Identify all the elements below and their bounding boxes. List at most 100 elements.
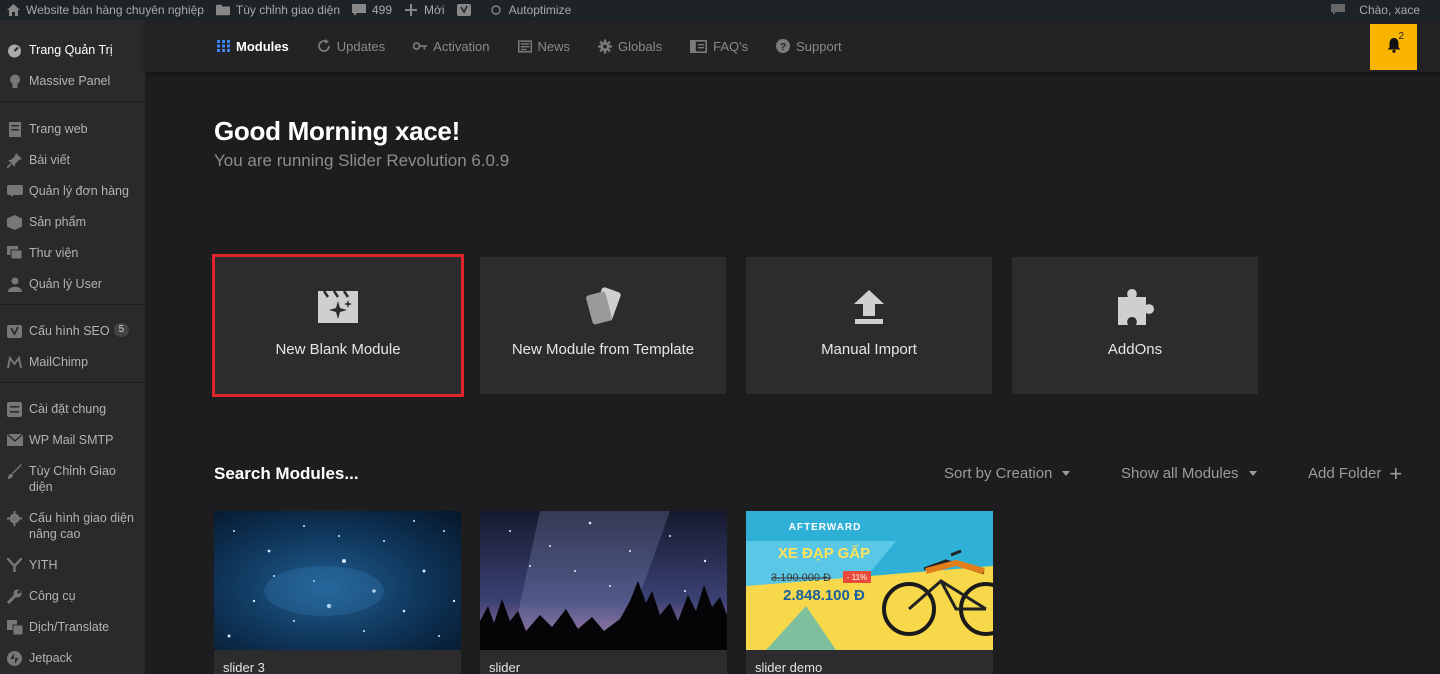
sidebar-item-label: WP Mail SMTP <box>29 433 114 447</box>
sidebar-item-settings[interactable]: Cài đặt chung <box>0 401 145 417</box>
module-thumbnail <box>480 511 727 650</box>
tab-label: Activation <box>433 38 490 54</box>
sidebar-item-label: MailChimp <box>29 355 89 369</box>
add-folder-button[interactable]: Add Folder + <box>1308 462 1402 484</box>
sidebar-item-products[interactable]: Sản phẩm <box>0 214 145 230</box>
sidebar-item-label: Sản phẩm <box>29 215 86 229</box>
tab-modules[interactable]: Modules <box>216 20 289 72</box>
sidebar-item-customize[interactable]: Tùy Chỉnh Giao diện <box>0 463 145 495</box>
new-module-from-template-card[interactable]: New Module from Template <box>480 257 726 394</box>
sidebar-item-label: Cấu hình giao diện nâng cao <box>29 511 134 541</box>
upload-icon <box>854 289 884 325</box>
sidebar-item-wp-mail-smtp[interactable]: WP Mail SMTP <box>0 432 145 448</box>
notification-count: 2 <box>1398 31 1404 42</box>
filter-dropdown[interactable]: Show all Modules <box>1121 465 1257 482</box>
tab-activation[interactable]: Activation <box>413 20 490 72</box>
manual-import-card[interactable]: Manual Import <box>746 257 992 394</box>
site-name-link[interactable]: Website bán hàng chuyên nghiệp <box>0 0 210 20</box>
puzzle-icon <box>1114 289 1156 325</box>
wp-admin-bar: Website bán hàng chuyên nghiệp Tùy chỉnh… <box>0 0 1440 20</box>
circle-status-icon <box>489 3 503 17</box>
module-card[interactable]: slider <box>480 511 727 674</box>
gear-icon <box>598 39 613 53</box>
new-content-label: Mới <box>424 3 445 17</box>
sidebar-item-tools[interactable]: Công cụ <box>0 588 145 604</box>
card-label: Manual Import <box>821 341 917 358</box>
module-card[interactable]: AFTERWARD XE ĐẠP GẤP 3.190.000 Đ - 11% 2… <box>746 511 993 674</box>
sidebar-item-label: Trang web <box>29 122 88 136</box>
sidebar-item-label: Tùy Chỉnh Giao diện <box>29 464 116 494</box>
yith-icon <box>6 557 23 573</box>
tab-label: FAQ's <box>713 38 749 54</box>
module-card[interactable]: slider 3 <box>214 511 461 674</box>
sidebar-item-jetpack[interactable]: Jetpack <box>0 650 145 666</box>
tab-label: Support <box>796 38 842 54</box>
sidebar-item-media[interactable]: Thư viện <box>0 245 145 261</box>
notifications-button[interactable]: 2 <box>1370 24 1417 70</box>
sidebar-item-massive-panel[interactable]: Massive Panel <box>0 73 145 89</box>
search-modules-input[interactable]: Search Modules... <box>214 464 359 484</box>
account-menu[interactable]: Chào, xace <box>1325 0 1440 20</box>
tab-label: News <box>537 38 571 54</box>
sidebar-item-label: Quản lý User <box>29 277 102 291</box>
sidebar-item-label: Bài viết <box>29 153 70 167</box>
sidebar-item-label: Cài đặt chung <box>29 402 107 416</box>
thumb-discount: - 11% <box>847 573 867 582</box>
sidebar-item-yith[interactable]: YITH <box>0 557 145 573</box>
sidebar-item-translate[interactable]: Dịch/Translate <box>0 619 145 635</box>
autoptimize-link[interactable]: Autoptimize <box>483 0 578 20</box>
sidebar-item-dashboard[interactable]: Trang Quản Trị <box>0 42 145 58</box>
mailchimp-icon <box>6 354 23 370</box>
clapperboard-icon <box>318 289 358 325</box>
gear-icon <box>6 510 23 526</box>
customize-link[interactable]: Tùy chỉnh giao diện <box>210 0 346 20</box>
tab-support[interactable]: ? Support <box>776 20 842 72</box>
bulb-icon <box>6 73 23 89</box>
thumb-title: XE ĐẠP GẤP <box>778 545 870 562</box>
autoptimize-label: Autoptimize <box>508 3 572 17</box>
brush-icon <box>6 463 23 479</box>
sidebar-item-advanced-theme[interactable]: Cấu hình giao diện nâng cao <box>0 510 145 542</box>
thumb-price: 2.848.100 Đ <box>783 587 865 604</box>
chevron-down-icon <box>1248 471 1257 476</box>
card-label: New Module from Template <box>511 341 695 358</box>
sidebar-item-posts[interactable]: Bài viết <box>0 152 145 168</box>
comments-link[interactable]: 499 <box>346 0 398 20</box>
sidebar-item-label: YITH <box>29 558 58 572</box>
customize-label: Tùy chỉnh giao diện <box>235 3 340 17</box>
chevron-down-icon <box>1062 471 1071 476</box>
tab-updates[interactable]: Updates <box>317 20 385 72</box>
sort-dropdown[interactable]: Sort by Creation <box>944 465 1071 482</box>
wrench-icon <box>6 588 23 604</box>
user-icon <box>6 276 23 292</box>
key-icon <box>413 39 428 53</box>
tab-faqs[interactable]: FAQ's <box>690 20 748 72</box>
wp-admin-sidebar: Trang Quản Trị Massive Panel Trang web B… <box>0 20 145 674</box>
card-label: New Blank Module <box>275 341 401 358</box>
sidebar-item-orders[interactable]: Quản lý đơn hàng <box>0 183 145 199</box>
woo-icon <box>6 183 23 199</box>
sidebar-item-mailchimp[interactable]: MailChimp <box>0 354 145 370</box>
new-content-link[interactable]: Mới <box>398 0 451 20</box>
template-cards-icon <box>581 287 625 325</box>
module-name: slider <box>489 660 521 674</box>
sidebar-item-label: Thư viện <box>29 246 79 260</box>
account-greeting: Chào, xace <box>1359 3 1420 17</box>
card-label: AddOns <box>1107 341 1163 358</box>
tab-label: Updates <box>336 38 386 54</box>
sidebar-item-pages[interactable]: Trang web <box>0 121 145 137</box>
tab-news[interactable]: News <box>517 20 571 72</box>
refresh-icon <box>317 39 331 53</box>
sidebar-item-label: Jetpack <box>29 651 73 665</box>
newspaper-icon <box>517 39 532 53</box>
yoast-link[interactable] <box>451 0 483 20</box>
sidebar-item-seo[interactable]: Cấu hình SEO 5 <box>0 323 145 339</box>
new-blank-module-card[interactable]: New Blank Module <box>212 254 464 397</box>
addons-card[interactable]: AddOns <box>1012 257 1258 394</box>
tab-label: Globals <box>618 38 663 54</box>
tab-globals[interactable]: Globals <box>598 20 662 72</box>
sidebar-item-users[interactable]: Quản lý User <box>0 276 145 292</box>
module-name: slider demo <box>755 660 823 674</box>
page-icon <box>6 121 23 137</box>
translate-icon <box>6 619 23 635</box>
